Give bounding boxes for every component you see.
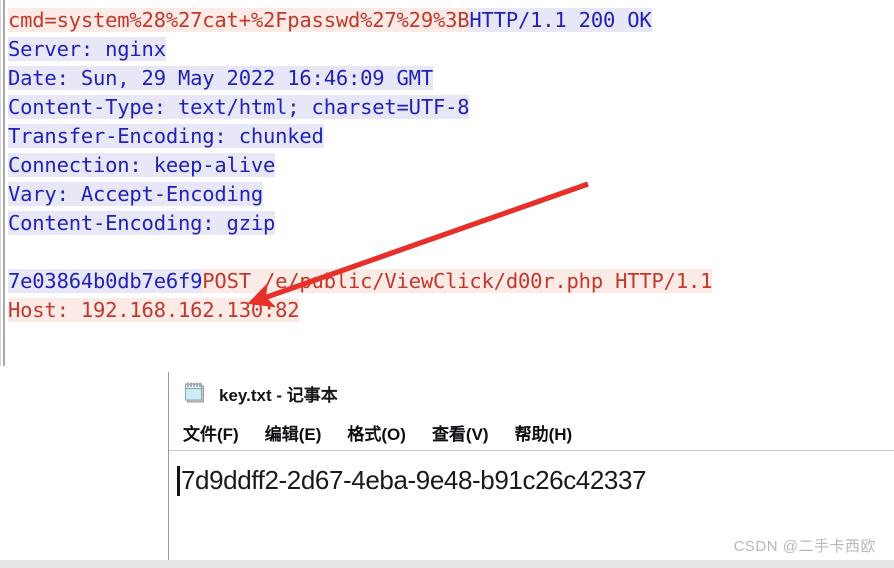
http-text-segment: Host: 192.168.162.130:82 bbox=[8, 298, 300, 322]
raw-http-traffic-pane[interactable]: cmd=system%28%27cat+%2Fpasswd%27%29%3BHT… bbox=[0, 0, 894, 366]
http-line: 7e03864b0db7e6f9POST /e/public/ViewClick… bbox=[8, 267, 894, 296]
menu-item-file[interactable]: 文件(F) bbox=[183, 420, 239, 445]
notepad-menubar[interactable]: 文件(F) 编辑(E) 格式(O) 查看(V) 帮助(H) bbox=[169, 414, 894, 450]
menu-item-view[interactable]: 查看(V) bbox=[432, 420, 489, 445]
notepad-window[interactable]: key.txt - 记事本 文件(F) 编辑(E) 格式(O) 查看(V) 帮助… bbox=[168, 372, 894, 560]
bottom-strip bbox=[0, 560, 894, 568]
http-line: cmd=system%28%27cat+%2Fpasswd%27%29%3BHT… bbox=[8, 6, 894, 35]
notepad-content[interactable]: 7d9ddff2-2d67-4eba-9e48-b91c26c42337 bbox=[181, 465, 646, 495]
http-text-segment: Content-Type: text/html; charset=UTF-8 bbox=[8, 95, 470, 119]
menu-item-edit[interactable]: 编辑(E) bbox=[265, 420, 322, 445]
http-line: Content-Type: text/html; charset=UTF-8 bbox=[8, 93, 894, 122]
http-line: Vary: Accept-Encoding bbox=[8, 180, 894, 209]
http-line-list: cmd=system%28%27cat+%2Fpasswd%27%29%3BHT… bbox=[8, 6, 894, 325]
http-text-segment: HTTP/1.1 200 OK bbox=[469, 8, 652, 32]
http-text-segment: Transfer-Encoding: chunked bbox=[8, 124, 324, 148]
http-line: Server: nginx bbox=[8, 35, 894, 64]
http-line: Connection: keep-alive bbox=[8, 151, 894, 180]
menu-item-format[interactable]: 格式(O) bbox=[347, 420, 406, 445]
text-caret bbox=[177, 466, 180, 496]
menu-item-help[interactable]: 帮助(H) bbox=[515, 420, 573, 445]
http-line: Host: 192.168.162.130:82 bbox=[8, 296, 894, 325]
panel-divider bbox=[0, 366, 894, 367]
http-text-segment: Date: Sun, 29 May 2022 16:46:09 GMT bbox=[8, 66, 433, 90]
http-line: Transfer-Encoding: chunked bbox=[8, 122, 894, 151]
http-text-segment: Connection: keep-alive bbox=[8, 153, 276, 177]
http-line: Content-Encoding: gzip bbox=[8, 209, 894, 238]
notepad-icon bbox=[183, 380, 209, 406]
http-text-segment: POST /e/public/ViewClick/d00r.php HTTP/1… bbox=[202, 269, 713, 293]
notepad-title: key.txt - 记事本 bbox=[219, 385, 338, 405]
http-text-segment: Content-Encoding: gzip bbox=[8, 211, 276, 235]
http-text-segment: Vary: Accept-Encoding bbox=[8, 182, 263, 206]
http-text-segment: Server: nginx bbox=[8, 37, 166, 61]
notepad-titlebar[interactable]: key.txt - 记事本 bbox=[169, 372, 894, 414]
pane-left-edge bbox=[0, 0, 1, 366]
http-line bbox=[8, 238, 894, 267]
http-line: Date: Sun, 29 May 2022 16:46:09 GMT bbox=[8, 64, 894, 93]
http-text-segment: cmd=system%28%27cat+%2Fpasswd%27%29%3B bbox=[8, 8, 470, 32]
csdn-watermark: CSDN @二手卡西欧 bbox=[733, 538, 876, 555]
pane-left-gutter-rule bbox=[3, 0, 5, 366]
http-text-segment: 7e03864b0db7e6f9 bbox=[8, 269, 203, 293]
